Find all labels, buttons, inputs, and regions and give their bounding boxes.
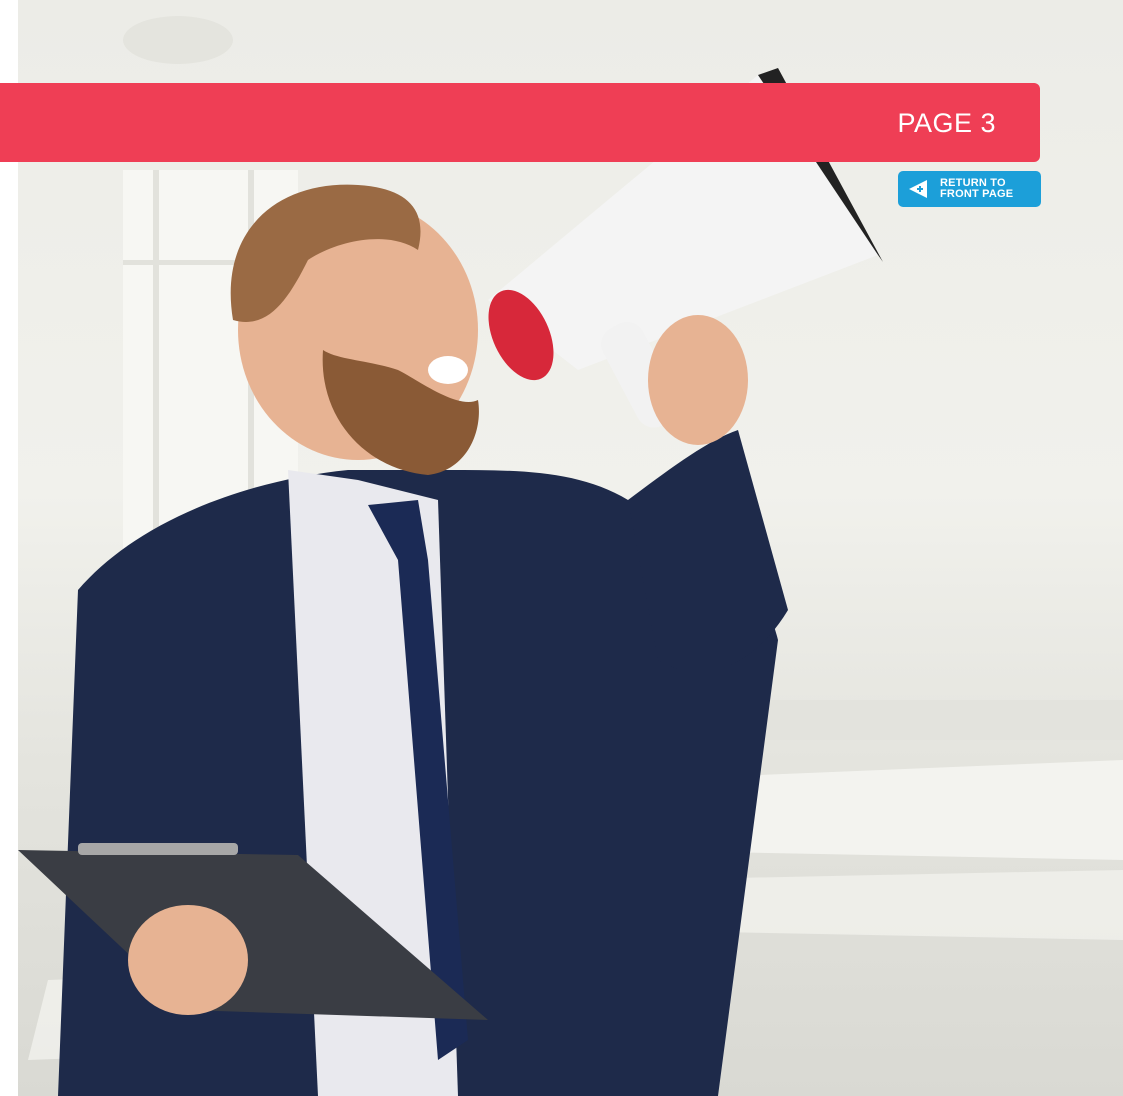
back-arrow-icon: [904, 175, 932, 203]
hero-photo: [18, 0, 1123, 1096]
businessman-with-megaphone-photo: [18, 16, 1123, 1096]
return-to-front-page-button[interactable]: RETURN TO FRONT PAGE: [898, 171, 1041, 207]
page-number-label: PAGE 3: [897, 108, 996, 138]
page-banner: PAGE 3: [0, 83, 1040, 162]
return-button-line-2: FRONT PAGE: [940, 188, 1014, 200]
page-3: PAGE 3 RETURN TO FRONT PAGE: [0, 0, 1123, 1096]
return-button-text: RETURN TO FRONT PAGE: [940, 178, 1013, 200]
